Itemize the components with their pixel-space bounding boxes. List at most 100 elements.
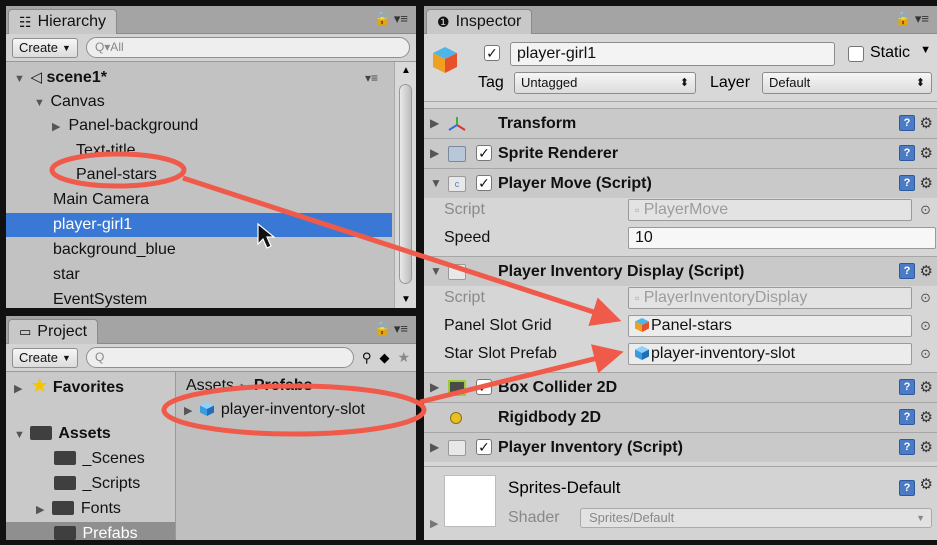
collapsed-arrow-icon[interactable]: ▶: [430, 373, 439, 402]
gear-icon[interactable]: ⚙: [920, 475, 933, 493]
expand-arrow-icon[interactable]: ▼: [34, 91, 46, 115]
tab-project[interactable]: ▭ Project: [8, 319, 99, 344]
component-player-inventory-display[interactable]: ▼ Player Inventory Display (Script) ? ⚙: [424, 256, 937, 286]
hierarchy-item-panel-stars[interactable]: Panel-stars: [76, 163, 392, 187]
hierarchy-item-canvas[interactable]: ▼ Canvas: [34, 90, 392, 114]
expand-arrow-icon[interactable]: ▼: [14, 67, 26, 91]
prop-field-speed[interactable]: 10: [628, 227, 936, 249]
collapsed-arrow-icon[interactable]: ▶: [430, 433, 439, 462]
layer-dropdown[interactable]: Default ⬍: [762, 72, 932, 94]
panel-menu-icon[interactable]: 🔒 ▾≡: [374, 11, 408, 27]
favorite-star-icon[interactable]: ★: [397, 349, 410, 366]
component-transform[interactable]: ▶ Transform ? ⚙: [424, 108, 937, 138]
prop-value: PlayerMove: [643, 201, 729, 218]
object-name-field[interactable]: player-girl1: [510, 42, 835, 66]
hierarchy-item-panel-background[interactable]: ▶ Panel-background: [52, 114, 392, 138]
shader-value: Sprites/Default: [589, 510, 675, 525]
expand-arrow-icon[interactable]: ▼: [14, 423, 26, 447]
object-picker-icon[interactable]: ⊙: [920, 202, 931, 218]
prop-field-panel-slot-grid[interactable]: Panel-stars: [628, 315, 912, 337]
breadcrumb-current[interactable]: Prefabs: [254, 377, 313, 394]
enabled-checkbox[interactable]: ✓: [476, 175, 492, 191]
help-book-icon[interactable]: ?: [899, 263, 915, 279]
scene-row[interactable]: ▼ ◁ scene1* ▾≡: [14, 66, 392, 90]
help-book-icon[interactable]: ?: [899, 145, 915, 161]
gear-icon[interactable]: ⚙: [920, 169, 933, 198]
static-checkbox[interactable]: [848, 46, 864, 62]
collapsed-arrow-icon[interactable]: ▶: [184, 399, 196, 423]
breadcrumb-root[interactable]: Assets: [186, 377, 234, 394]
project-item-fonts[interactable]: ▶ Fonts: [6, 497, 175, 521]
hierarchy-search-input[interactable]: Q▾All: [85, 37, 410, 58]
gear-icon[interactable]: ⚙: [920, 373, 933, 402]
prop-field-star-slot-prefab[interactable]: player-inventory-slot: [628, 343, 912, 365]
expand-arrow-icon[interactable]: ▼: [430, 257, 442, 286]
hierarchy-item-star[interactable]: star: [53, 263, 392, 287]
help-book-icon[interactable]: ?: [899, 379, 915, 395]
gear-icon[interactable]: ⚙: [920, 403, 933, 432]
enabled-checkbox[interactable]: ✓: [476, 145, 492, 161]
object-picker-icon[interactable]: ⊙: [920, 290, 931, 306]
component-player-inventory[interactable]: ▶ ✓ Player Inventory (Script) ? ⚙: [424, 432, 937, 462]
static-label: Static: [870, 44, 911, 61]
gear-icon[interactable]: ⚙: [920, 109, 933, 138]
component-rigidbody-2d[interactable]: Rigidbody 2D ? ⚙: [424, 402, 937, 432]
asset-item-player-inventory-slot[interactable]: ▶ player-inventory-slot: [184, 398, 365, 423]
collapsed-arrow-icon[interactable]: ▶: [430, 139, 439, 168]
component-name: Rigidbody 2D: [498, 409, 602, 426]
active-checkbox[interactable]: ✓: [484, 45, 500, 61]
project-item-scenes[interactable]: _Scenes: [6, 447, 175, 471]
component-box-collider-2d[interactable]: ▶ ✓ Box Collider 2D ? ⚙: [424, 372, 937, 402]
material-help-icon[interactable]: ?: [899, 480, 915, 496]
updown-arrows-icon: ⬍: [915, 77, 925, 89]
help-book-icon[interactable]: ?: [899, 175, 915, 191]
shader-dropdown[interactable]: Sprites/Default ▼: [580, 508, 932, 528]
unity-logo-icon: ◁: [30, 69, 42, 86]
help-book-icon[interactable]: ?: [899, 439, 915, 455]
project-search-input[interactable]: Q: [85, 347, 354, 368]
filter-type-icon[interactable]: ⚲: [362, 350, 372, 366]
create-button[interactable]: Create ▼: [12, 37, 78, 58]
scrollbar-thumb[interactable]: [399, 84, 412, 284]
filter-label-icon[interactable]: ◆: [379, 350, 389, 366]
gear-icon[interactable]: ⚙: [920, 433, 933, 462]
create-button[interactable]: Create ▼: [12, 347, 78, 368]
component-player-move[interactable]: ▼ c ✓ Player Move (Script) ? ⚙: [424, 168, 937, 198]
project-item-scripts[interactable]: _Scripts: [6, 472, 175, 496]
enabled-checkbox[interactable]: ✓: [476, 439, 492, 455]
help-book-icon[interactable]: ?: [899, 409, 915, 425]
tab-hierarchy[interactable]: ☷ Hierarchy: [8, 9, 118, 34]
scroll-up-icon[interactable]: ▲: [401, 65, 411, 76]
tag-dropdown[interactable]: Untagged ⬍: [514, 72, 696, 94]
collapsed-arrow-icon[interactable]: ▶: [14, 377, 26, 401]
panel-menu-icon[interactable]: 🔒 ▾≡: [895, 11, 929, 27]
hierarchy-item-player-girl1[interactable]: player-girl1: [6, 213, 392, 237]
gear-icon[interactable]: ⚙: [920, 139, 933, 168]
tag-value: Untagged: [521, 75, 578, 90]
enabled-checkbox[interactable]: ✓: [476, 379, 492, 395]
object-picker-icon[interactable]: ⊙: [920, 318, 931, 334]
material-expand-icon[interactable]: ▶: [430, 517, 438, 530]
help-book-icon[interactable]: ?: [899, 115, 915, 131]
gear-icon[interactable]: ⚙: [920, 257, 933, 286]
collapsed-arrow-icon[interactable]: ▶: [36, 498, 48, 522]
component-sprite-renderer[interactable]: ▶ ✓ Sprite Renderer ? ⚙: [424, 138, 937, 168]
hierarchy-scrollbar[interactable]: ▲ ▼: [394, 62, 416, 308]
object-picker-icon[interactable]: ⊙: [920, 346, 931, 362]
project-item-favorites[interactable]: ▶ ★ Favorites: [6, 374, 175, 398]
hierarchy-item-text-title[interactable]: Text-title: [76, 139, 392, 163]
scene-menu-icon[interactable]: ▾≡: [365, 66, 378, 90]
collapsed-arrow-icon[interactable]: ▶: [52, 115, 64, 139]
expand-arrow-icon[interactable]: ▼: [430, 169, 442, 198]
hierarchy-item-main-camera[interactable]: Main Camera: [53, 188, 392, 212]
project-item-prefabs[interactable]: Prefabs: [6, 522, 175, 540]
panel-menu-icon[interactable]: 🔒 ▾≡: [374, 321, 408, 337]
static-dropdown-icon[interactable]: ▼: [920, 44, 931, 56]
project-item-assets[interactable]: ▼ Assets: [6, 422, 175, 446]
hierarchy-item-event-system[interactable]: EventSystem: [53, 288, 392, 308]
hierarchy-item-background-blue[interactable]: background_blue: [53, 238, 392, 262]
component-name: Sprite Renderer: [498, 145, 619, 162]
collapsed-arrow-icon[interactable]: ▶: [430, 109, 439, 138]
tab-inspector[interactable]: ❶ Inspector: [426, 9, 533, 34]
scroll-down-icon[interactable]: ▼: [401, 294, 411, 305]
